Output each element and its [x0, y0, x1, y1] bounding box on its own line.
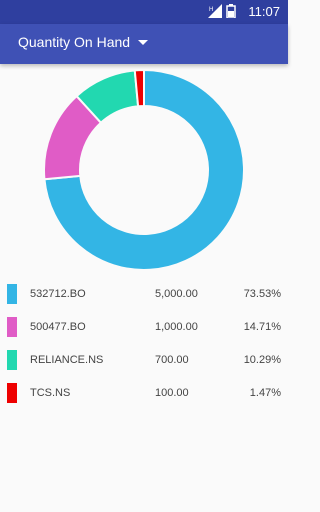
legend-percent: 14.71%: [243, 321, 281, 333]
legend-row[interactable]: TCS.NS 100.00 1.47%: [0, 377, 288, 410]
legend-row[interactable]: 532712.BO 5,000.00 73.53%: [0, 278, 288, 311]
view-selector-dropdown[interactable]: Quantity On Hand: [18, 34, 149, 50]
legend-symbol: 500477.BO: [30, 321, 86, 333]
status-time: 11:07: [248, 4, 280, 19]
status-bar: H 11:07: [0, 0, 288, 24]
legend-symbol: TCS.NS: [30, 387, 71, 399]
donut-chart[interactable]: [0, 64, 288, 284]
legend-row[interactable]: 500477.BO 1,000.00 14.71%: [0, 311, 288, 344]
legend-swatch: [7, 350, 17, 370]
app-bar: Quantity On Hand: [0, 24, 288, 64]
battery-icon: [226, 4, 236, 18]
legend-swatch: [7, 317, 17, 337]
legend-swatch: [7, 284, 17, 304]
legend-row[interactable]: RELIANCE.NS 700.00 10.29%: [0, 344, 288, 377]
legend-symbol: RELIANCE.NS: [30, 354, 104, 366]
caret-down-icon: [138, 39, 149, 45]
dropdown-title: Quantity On Hand: [18, 34, 131, 50]
legend-percent: 1.47%: [249, 387, 281, 399]
legend-quantity: 5,000.00: [155, 288, 198, 300]
legend-quantity: 1,000.00: [155, 321, 198, 333]
legend-symbol: 532712.BO: [30, 288, 86, 300]
svg-text:H: H: [209, 7, 213, 13]
signal-icon: H: [208, 4, 222, 18]
legend-quantity: 700.00: [155, 354, 189, 366]
legend-swatch: [7, 383, 17, 403]
legend-quantity: 100.00: [155, 387, 189, 399]
legend-percent: 10.29%: [243, 354, 281, 366]
legend-percent: 73.53%: [243, 288, 281, 300]
legend-list: 532712.BO 5,000.00 73.53% 500477.BO 1,00…: [0, 278, 288, 410]
